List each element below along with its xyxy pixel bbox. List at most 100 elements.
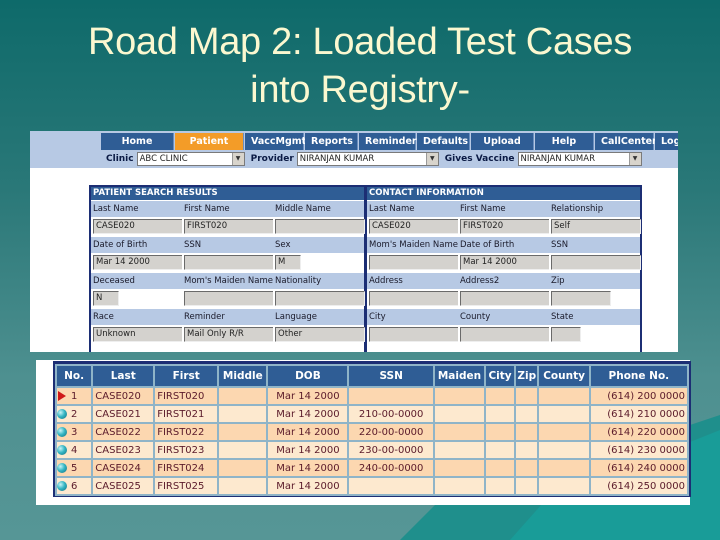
row-number-cell[interactable]: 2 <box>54 404 94 424</box>
field-input[interactable]: Mar 14 2000 <box>460 255 550 270</box>
row-number-cell[interactable]: 4 <box>54 440 94 460</box>
nav-tab-vaccmgmt[interactable]: VaccMgmt <box>245 133 306 150</box>
nav-tab-logout[interactable]: Logout <box>655 133 678 150</box>
nav-tab-callcenter[interactable]: CallCenter <box>595 133 657 150</box>
patient-fields-grid: Last Name First Name Middle Name CASE020 FIR… <box>91 200 365 344</box>
field-input[interactable] <box>369 255 459 270</box>
patient-panel-title: PATIENT SEARCH RESULTS <box>91 187 364 200</box>
field-input[interactable] <box>551 255 641 270</box>
cell-phone: (614) 250 0000 <box>588 476 690 496</box>
table-row[interactable]: 4 CASE023 FIRST023 Mar 14 2000 230-00-0000 (6… <box>54 440 690 460</box>
field-label: Relationship <box>549 200 640 217</box>
field-label: Reminder <box>182 308 273 325</box>
col-maiden[interactable]: Maiden <box>432 364 487 388</box>
table-row[interactable]: 3 CASE022 FIRST022 Mar 14 2000 220-00-0000 (6… <box>54 422 690 442</box>
field-input[interactable]: FIRST020 <box>184 219 274 234</box>
cell-last: CASE022 <box>91 422 156 442</box>
field-cell <box>549 253 641 272</box>
field-input[interactable]: FIRST020 <box>460 219 550 234</box>
col-county[interactable]: County <box>537 364 591 388</box>
chevron-down-icon[interactable]: ▼ <box>628 153 641 165</box>
cell-county <box>537 440 591 460</box>
field-cell: N <box>91 289 182 308</box>
row-number-cell[interactable]: 1 <box>54 386 94 406</box>
col-no[interactable]: No. <box>54 364 94 388</box>
nav-tab-upload[interactable]: Upload <box>471 133 534 150</box>
field-label: Mom's Maiden Name <box>367 236 458 253</box>
field-input[interactable] <box>551 291 611 306</box>
field-label: First Name <box>458 200 549 217</box>
field-input[interactable] <box>184 291 274 306</box>
chevron-down-icon[interactable]: ▼ <box>425 153 438 165</box>
field-label: SSN <box>182 236 273 253</box>
col-last[interactable]: Last <box>91 364 156 388</box>
gives-vaccine-label: Gives Vaccine <box>444 154 515 164</box>
row-number-cell[interactable]: 3 <box>54 422 94 442</box>
cell-city <box>484 440 516 460</box>
field-label: Date of Birth <box>458 236 549 253</box>
ball-icon <box>57 481 67 491</box>
field-input[interactable]: Mail Only R/R <box>184 327 274 342</box>
field-input[interactable] <box>369 291 459 306</box>
field-input[interactable]: CASE020 <box>93 219 183 234</box>
cell-middle <box>217 440 269 460</box>
table-row[interactable]: 5 CASE024 FIRST024 Mar 14 2000 240-00-0000 (6… <box>54 458 690 478</box>
field-label: City <box>367 308 458 325</box>
cell-zip <box>513 386 540 406</box>
col-phone[interactable]: Phone No. <box>588 364 690 388</box>
col-first[interactable]: First <box>153 364 220 388</box>
field-input[interactable]: CASE020 <box>369 219 459 234</box>
col-dob[interactable]: DOB <box>266 364 350 388</box>
clinic-label: Clinic <box>106 154 134 164</box>
nav-tab-reports[interactable]: Reports <box>305 133 358 150</box>
row-number-cell[interactable]: 5 <box>54 458 94 478</box>
row-number: 1 <box>71 390 78 402</box>
field-input[interactable]: Self <box>551 219 641 234</box>
table-row[interactable]: 6 CASE025 FIRST025 Mar 14 2000 (614) 250 000… <box>54 476 690 496</box>
field-input[interactable] <box>460 291 550 306</box>
col-middle[interactable]: Middle <box>217 364 269 388</box>
cell-ssn: 210-00-0000 <box>347 404 435 424</box>
provider-select[interactable]: NIRANJAN KUMAR ▼ <box>296 152 439 166</box>
field-cell: FIRST020 <box>182 217 274 236</box>
nav-tab-patient[interactable]: Patient <box>175 133 244 150</box>
col-zip[interactable]: Zip <box>513 364 540 388</box>
cell-zip <box>513 422 540 442</box>
field-input[interactable]: M <box>275 255 301 270</box>
field-input[interactable]: N <box>93 291 119 306</box>
cell-maiden <box>432 458 487 478</box>
field-label: State <box>549 308 640 325</box>
field-cell: Other <box>273 325 365 344</box>
nav-tab-reminder[interactable]: Reminder <box>359 133 417 150</box>
field-input[interactable] <box>460 327 550 342</box>
slide-title-line1: Road Map 2: Loaded Test Cases <box>87 21 633 63</box>
field-input[interactable] <box>369 327 459 342</box>
field-input[interactable] <box>551 327 581 342</box>
clinic-select[interactable]: ABC CLINIC ▼ <box>136 152 245 166</box>
field-input[interactable] <box>184 255 274 270</box>
results-table-body: 1 CASE020 FIRST020 Mar 14 2000 (614) 200 000… <box>54 386 690 496</box>
gives-vaccine-select[interactable]: NIRANJAN KUMAR ▼ <box>517 152 642 166</box>
nav-tab-home[interactable]: Home <box>101 133 174 150</box>
col-ssn[interactable]: SSN <box>347 364 435 388</box>
field-cell <box>367 289 459 308</box>
field-input[interactable] <box>275 291 365 306</box>
table-row[interactable]: 1 CASE020 FIRST020 Mar 14 2000 (614) 200 000… <box>54 386 690 406</box>
col-city[interactable]: City <box>484 364 516 388</box>
nav-tab-defaults[interactable]: Defaults <box>417 133 470 150</box>
cell-zip <box>513 458 540 478</box>
chevron-down-icon[interactable]: ▼ <box>231 153 244 165</box>
table-row[interactable]: 2 CASE021 FIRST021 Mar 14 2000 210-00-0000 (6… <box>54 404 690 424</box>
field-input[interactable] <box>275 219 365 234</box>
field-input[interactable]: Other <box>275 327 365 342</box>
row-number-cell[interactable]: 6 <box>54 476 94 496</box>
nav-tab-help[interactable]: Help <box>535 133 594 150</box>
row-number: 3 <box>71 426 78 438</box>
field-input[interactable]: Unknown <box>93 327 183 342</box>
field-label: Address <box>367 272 458 289</box>
field-input[interactable]: Mar 14 2000 <box>93 255 183 270</box>
cell-phone: (614) 200 0000 <box>588 386 690 406</box>
cell-ssn: 230-00-0000 <box>347 440 435 460</box>
cell-dob: Mar 14 2000 <box>266 422 350 442</box>
cell-county <box>537 458 591 478</box>
